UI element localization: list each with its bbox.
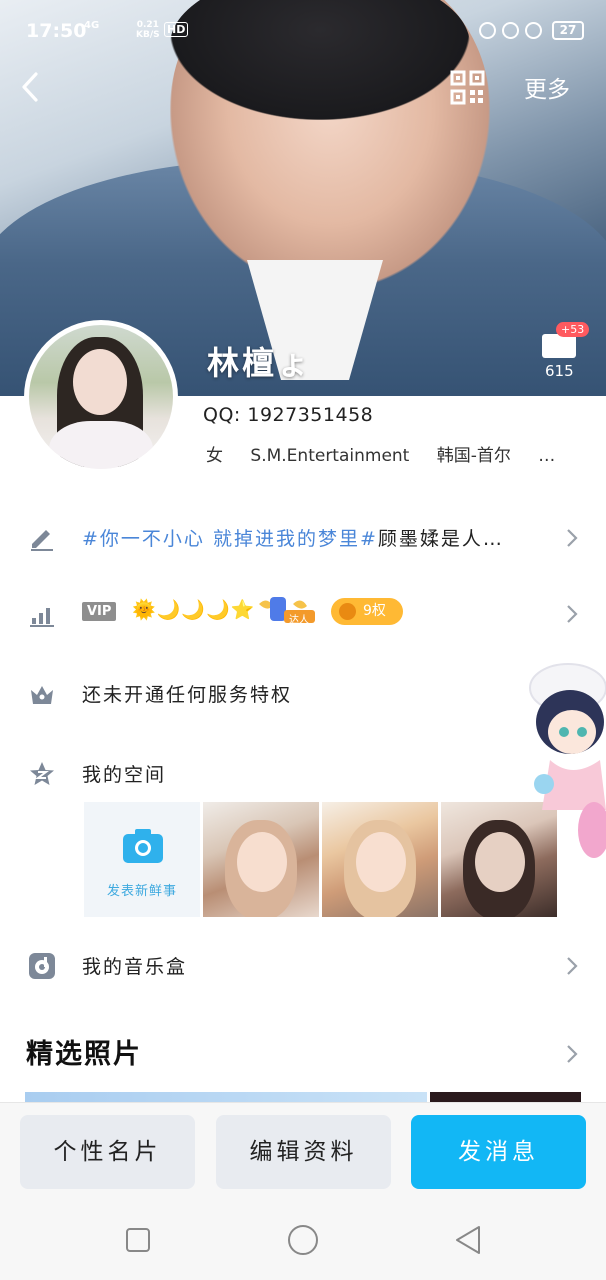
vip-badge: VIP: [82, 602, 117, 621]
mascot-sticker[interactable]: [520, 660, 606, 890]
my-space-title[interactable]: 我的空间: [82, 760, 166, 787]
thumbs-up-icon: [542, 334, 576, 358]
recent-apps-icon[interactable]: [122, 1224, 154, 1256]
qzone-star-icon: [30, 762, 54, 785]
profile-nickname: 林檀ょ: [207, 344, 313, 382]
privilege-count: 9权: [363, 603, 386, 619]
profile-more-ellipsis: …: [538, 446, 556, 466]
level-chart-icon: [30, 608, 54, 627]
signature-rest: 顾墨媃是人…: [377, 528, 504, 550]
avatar[interactable]: [24, 320, 178, 474]
profile-card-button[interactable]: 个性名片: [20, 1115, 195, 1189]
chevron-right-icon: [567, 605, 578, 623]
more-button[interactable]: 更多: [524, 70, 570, 104]
profile-gender: 女: [206, 446, 223, 466]
send-message-button[interactable]: 发消息: [411, 1115, 586, 1189]
qq-number-line: QQ: 1927351458: [203, 404, 373, 426]
home-icon[interactable]: [287, 1224, 319, 1256]
avatar-image: [29, 325, 173, 469]
profile-company: S.M.Entertainment: [250, 446, 410, 466]
qq-number: 1927351458: [247, 404, 374, 426]
expert-badge-label: 达人: [289, 615, 309, 626]
avatar-dress: [49, 421, 153, 469]
back-nav-icon[interactable]: [452, 1224, 484, 1256]
bottom-action-bar: 个性名片 编辑资料 发消息: [0, 1102, 606, 1200]
photo-face: [237, 832, 287, 892]
battery-icon: 27: [552, 21, 584, 40]
music-note-icon: [29, 953, 55, 979]
qr-code-icon[interactable]: [450, 70, 485, 105]
like-count: 615: [545, 362, 574, 380]
photo-face: [356, 832, 406, 892]
profile-info-line[interactable]: 女 S.M.Entertainment 韩国-首尔 …: [206, 441, 586, 466]
service-privilege-row[interactable]: 还未开通任何服务特权: [0, 658, 606, 728]
like-increment-badge: +53: [556, 322, 590, 337]
status-time: 17:50: [26, 20, 87, 42]
featured-photos-title[interactable]: 精选照片: [26, 1032, 142, 1071]
service-privilege-text: 还未开通任何服务特权: [82, 684, 293, 706]
network-speed-value: 0.21: [136, 20, 159, 30]
pencil-icon: [31, 530, 53, 551]
chevron-right-icon: [567, 529, 578, 547]
post-new-label: 发表新鲜事: [106, 884, 177, 899]
profile-location: 韩国-首尔: [436, 446, 511, 466]
space-photo[interactable]: [322, 802, 438, 917]
hd-badge: HD: [164, 22, 189, 37]
network-speed: 0.21 KB/S: [136, 20, 160, 40]
crown-icon: [31, 686, 53, 704]
do-not-disturb-icon: [479, 22, 496, 39]
alarm-icon: [525, 22, 542, 39]
network-type: 4G: [84, 20, 100, 31]
post-new-button[interactable]: 发表新鲜事: [84, 802, 200, 917]
chevron-right-icon[interactable]: [566, 1044, 578, 1064]
music-box-row[interactable]: 我的音乐盒: [0, 930, 606, 1000]
music-box-title: 我的音乐盒: [82, 956, 188, 978]
network-speed-unit: KB/S: [136, 30, 160, 40]
qq-label: QQ:: [203, 404, 241, 426]
photo-face: [475, 832, 525, 892]
system-navigation-bar: [0, 1200, 606, 1280]
signature-row[interactable]: #你一不小心 就掉进我的梦里#顾墨媃是人…: [0, 502, 606, 572]
space-photo[interactable]: [203, 802, 319, 917]
avatar-face: [73, 349, 127, 415]
privilege-badge[interactable]: 9权: [331, 598, 403, 625]
privilege-crown-icon: [339, 603, 356, 620]
signature-tag: #你一不小心 就掉进我的梦里#: [82, 528, 378, 550]
chevron-right-icon: [567, 957, 578, 975]
qq-level-icons: 🌞🌙🌙🌙⭐: [132, 599, 256, 621]
back-icon[interactable]: [16, 70, 46, 104]
edit-profile-button[interactable]: 编辑资料: [216, 1115, 391, 1189]
status-icons: [479, 22, 542, 39]
vip-level-row[interactable]: VIP 🌞🌙🌙🌙⭐ 达人 9权: [0, 578, 606, 648]
signature-text: #你一不小心 就掉进我的梦里#顾墨媃是人…: [82, 524, 552, 551]
status-bar: 17:50 4G 0.21 KB/S HD 27: [0, 0, 606, 62]
like-button[interactable]: +53 615: [536, 322, 590, 382]
lock-icon: [502, 22, 519, 39]
camera-icon: [123, 829, 163, 863]
space-gallery: 发表新鲜事: [84, 802, 557, 917]
